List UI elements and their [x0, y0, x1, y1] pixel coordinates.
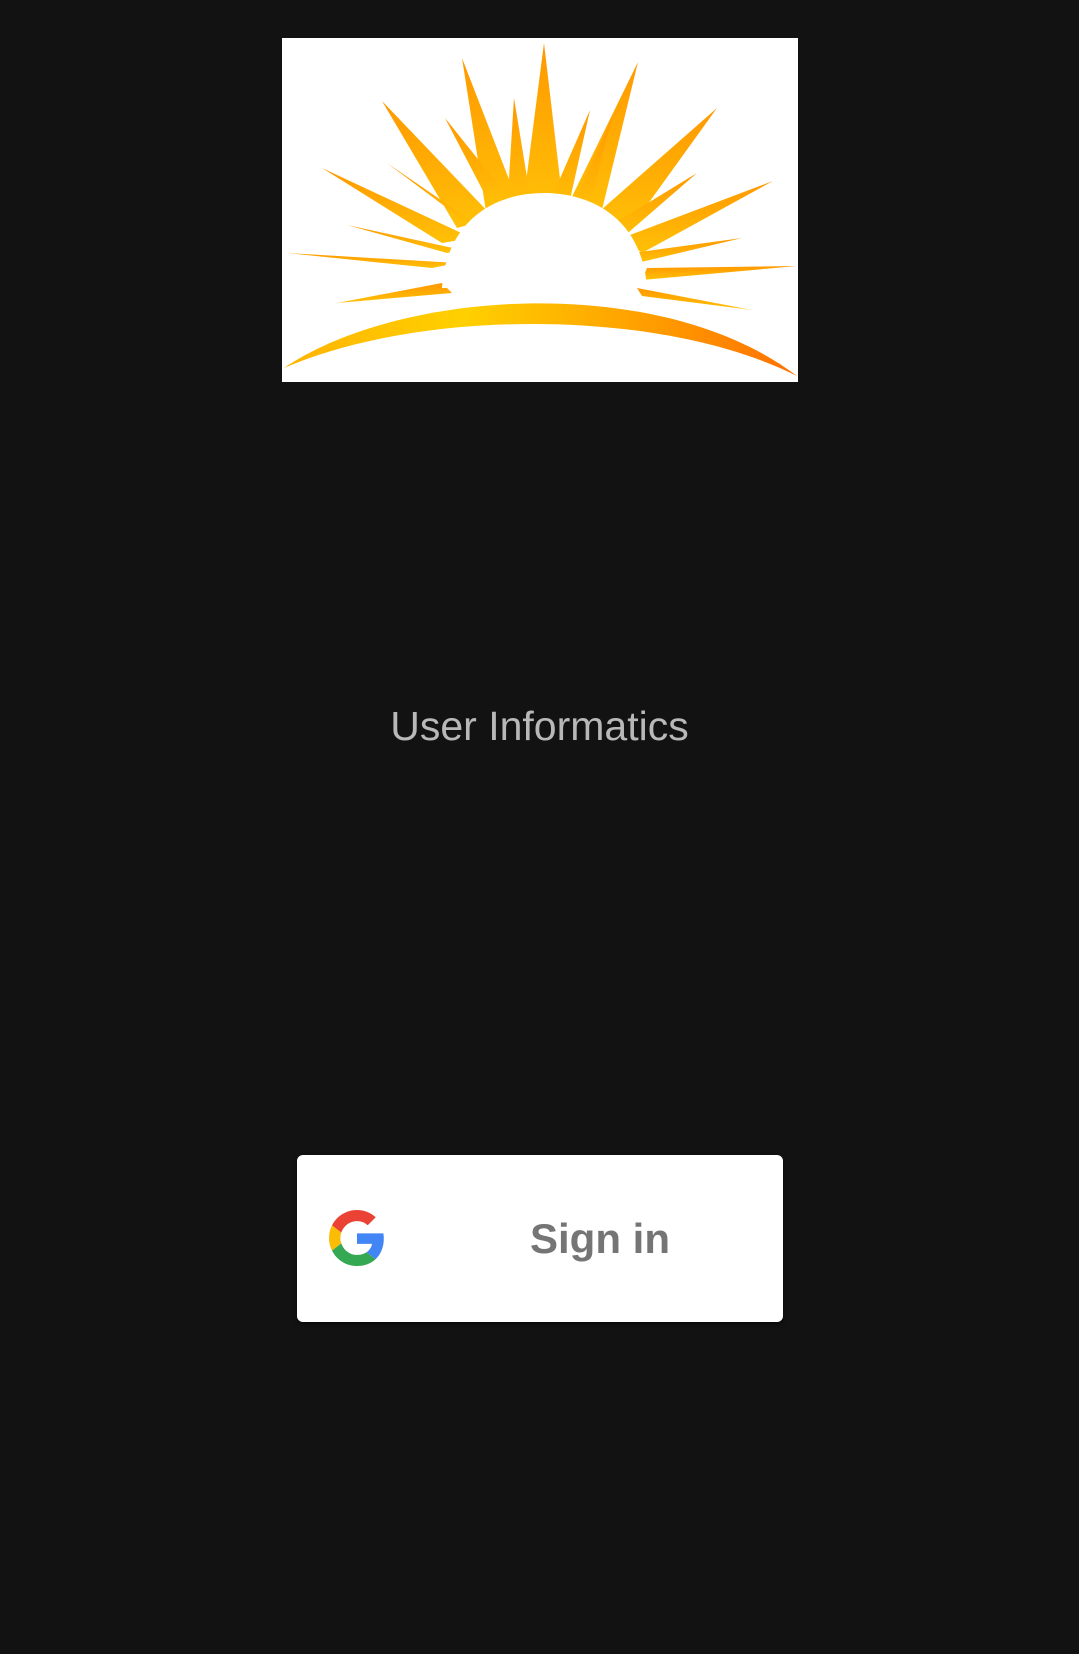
sign-in-label: Sign in: [530, 1215, 670, 1262]
google-sign-in-button[interactable]: Sign in: [297, 1155, 783, 1322]
sunrise-logo-icon: [284, 43, 797, 376]
app-logo: [282, 38, 798, 382]
app-title: User Informatics: [390, 703, 689, 749]
google-g-icon: [329, 1210, 385, 1266]
